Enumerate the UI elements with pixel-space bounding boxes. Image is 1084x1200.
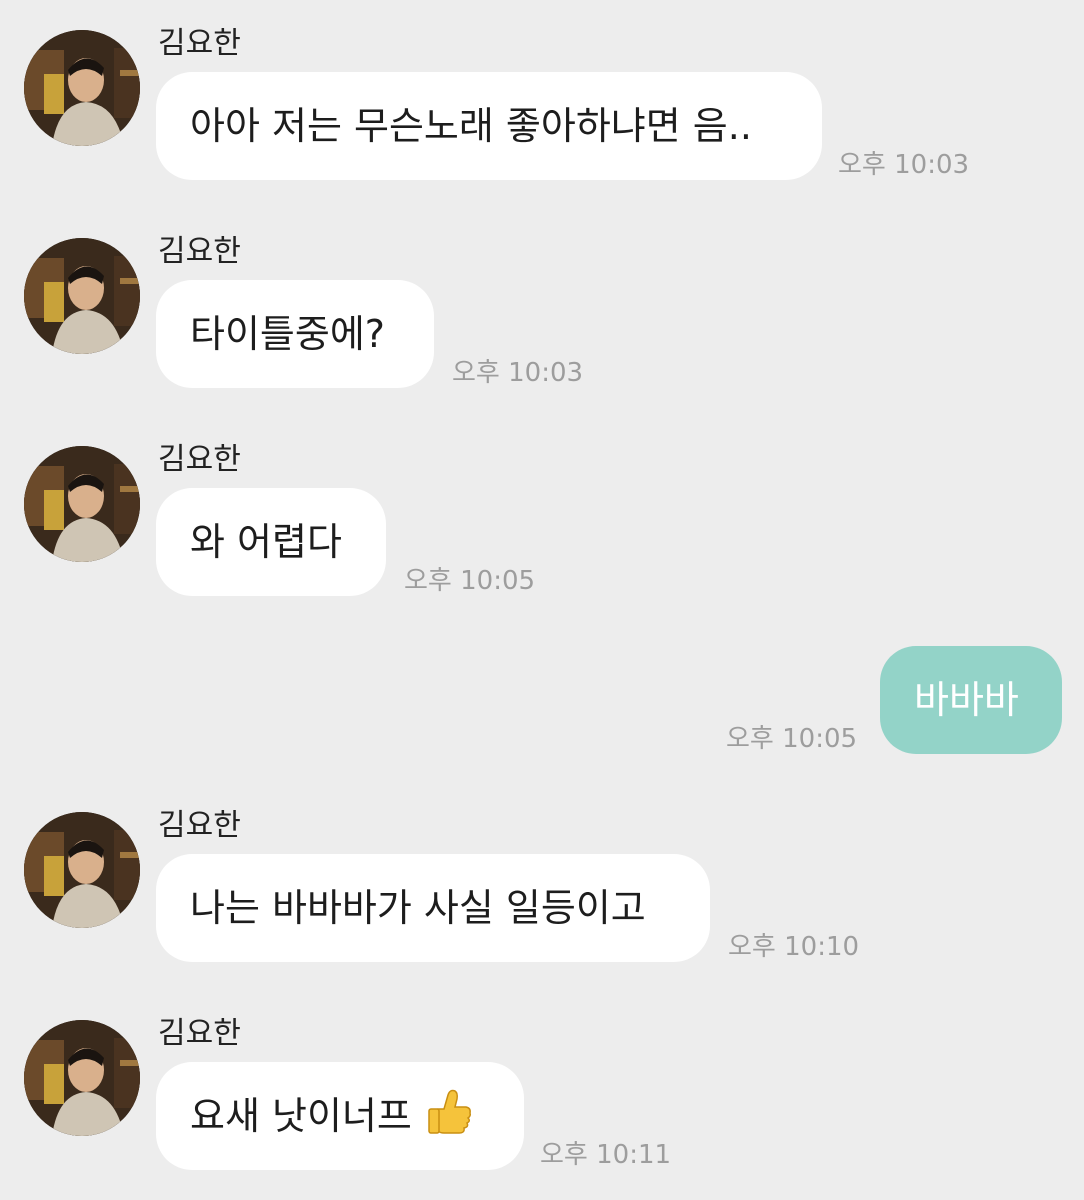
message-text: 와 어렵다 bbox=[190, 520, 342, 564]
chat-thread[interactable]: 김요한 아아 저는 무슨노래 좋아하냐면 음.. 오후 10:03 김요한 타이… bbox=[0, 0, 1084, 1200]
timestamp: 오후 10:05 bbox=[726, 724, 858, 754]
message-text: 타이틀중에? bbox=[190, 312, 385, 356]
timestamp: 오후 10:11 bbox=[540, 1140, 672, 1170]
avatar[interactable] bbox=[24, 30, 140, 146]
sender-name: 김요한 bbox=[158, 26, 241, 61]
sender-name: 김요한 bbox=[158, 234, 241, 269]
message-text: 요새 낫이너프 bbox=[190, 1094, 412, 1138]
message-bubble[interactable]: 바바바 bbox=[880, 646, 1062, 754]
message-bubble[interactable]: 요새 낫이너프 bbox=[156, 1062, 524, 1170]
thumbs-up-icon bbox=[424, 1070, 474, 1134]
timestamp: 오후 10:10 bbox=[728, 932, 860, 962]
avatar[interactable] bbox=[24, 238, 140, 354]
message-text: 나는 바바바가 사실 일등이고 bbox=[190, 886, 646, 930]
message-bubble[interactable]: 아아 저는 무슨노래 좋아하냐면 음.. bbox=[156, 72, 822, 180]
timestamp: 오후 10:03 bbox=[838, 150, 970, 180]
sender-name: 김요한 bbox=[158, 1016, 241, 1051]
message-bubble[interactable]: 와 어렵다 bbox=[156, 488, 386, 596]
message-text: 바바바 bbox=[914, 678, 1019, 722]
message-text: 아아 저는 무슨노래 좋아하냐면 음.. bbox=[190, 104, 752, 148]
message-bubble[interactable]: 나는 바바바가 사실 일등이고 bbox=[156, 854, 710, 962]
timestamp: 오후 10:03 bbox=[452, 358, 584, 388]
avatar[interactable] bbox=[24, 1020, 140, 1136]
avatar[interactable] bbox=[24, 812, 140, 928]
sender-name: 김요한 bbox=[158, 808, 241, 843]
message-bubble[interactable]: 타이틀중에? bbox=[156, 280, 434, 388]
timestamp: 오후 10:05 bbox=[404, 566, 536, 596]
sender-name: 김요한 bbox=[158, 442, 241, 477]
avatar[interactable] bbox=[24, 446, 140, 562]
